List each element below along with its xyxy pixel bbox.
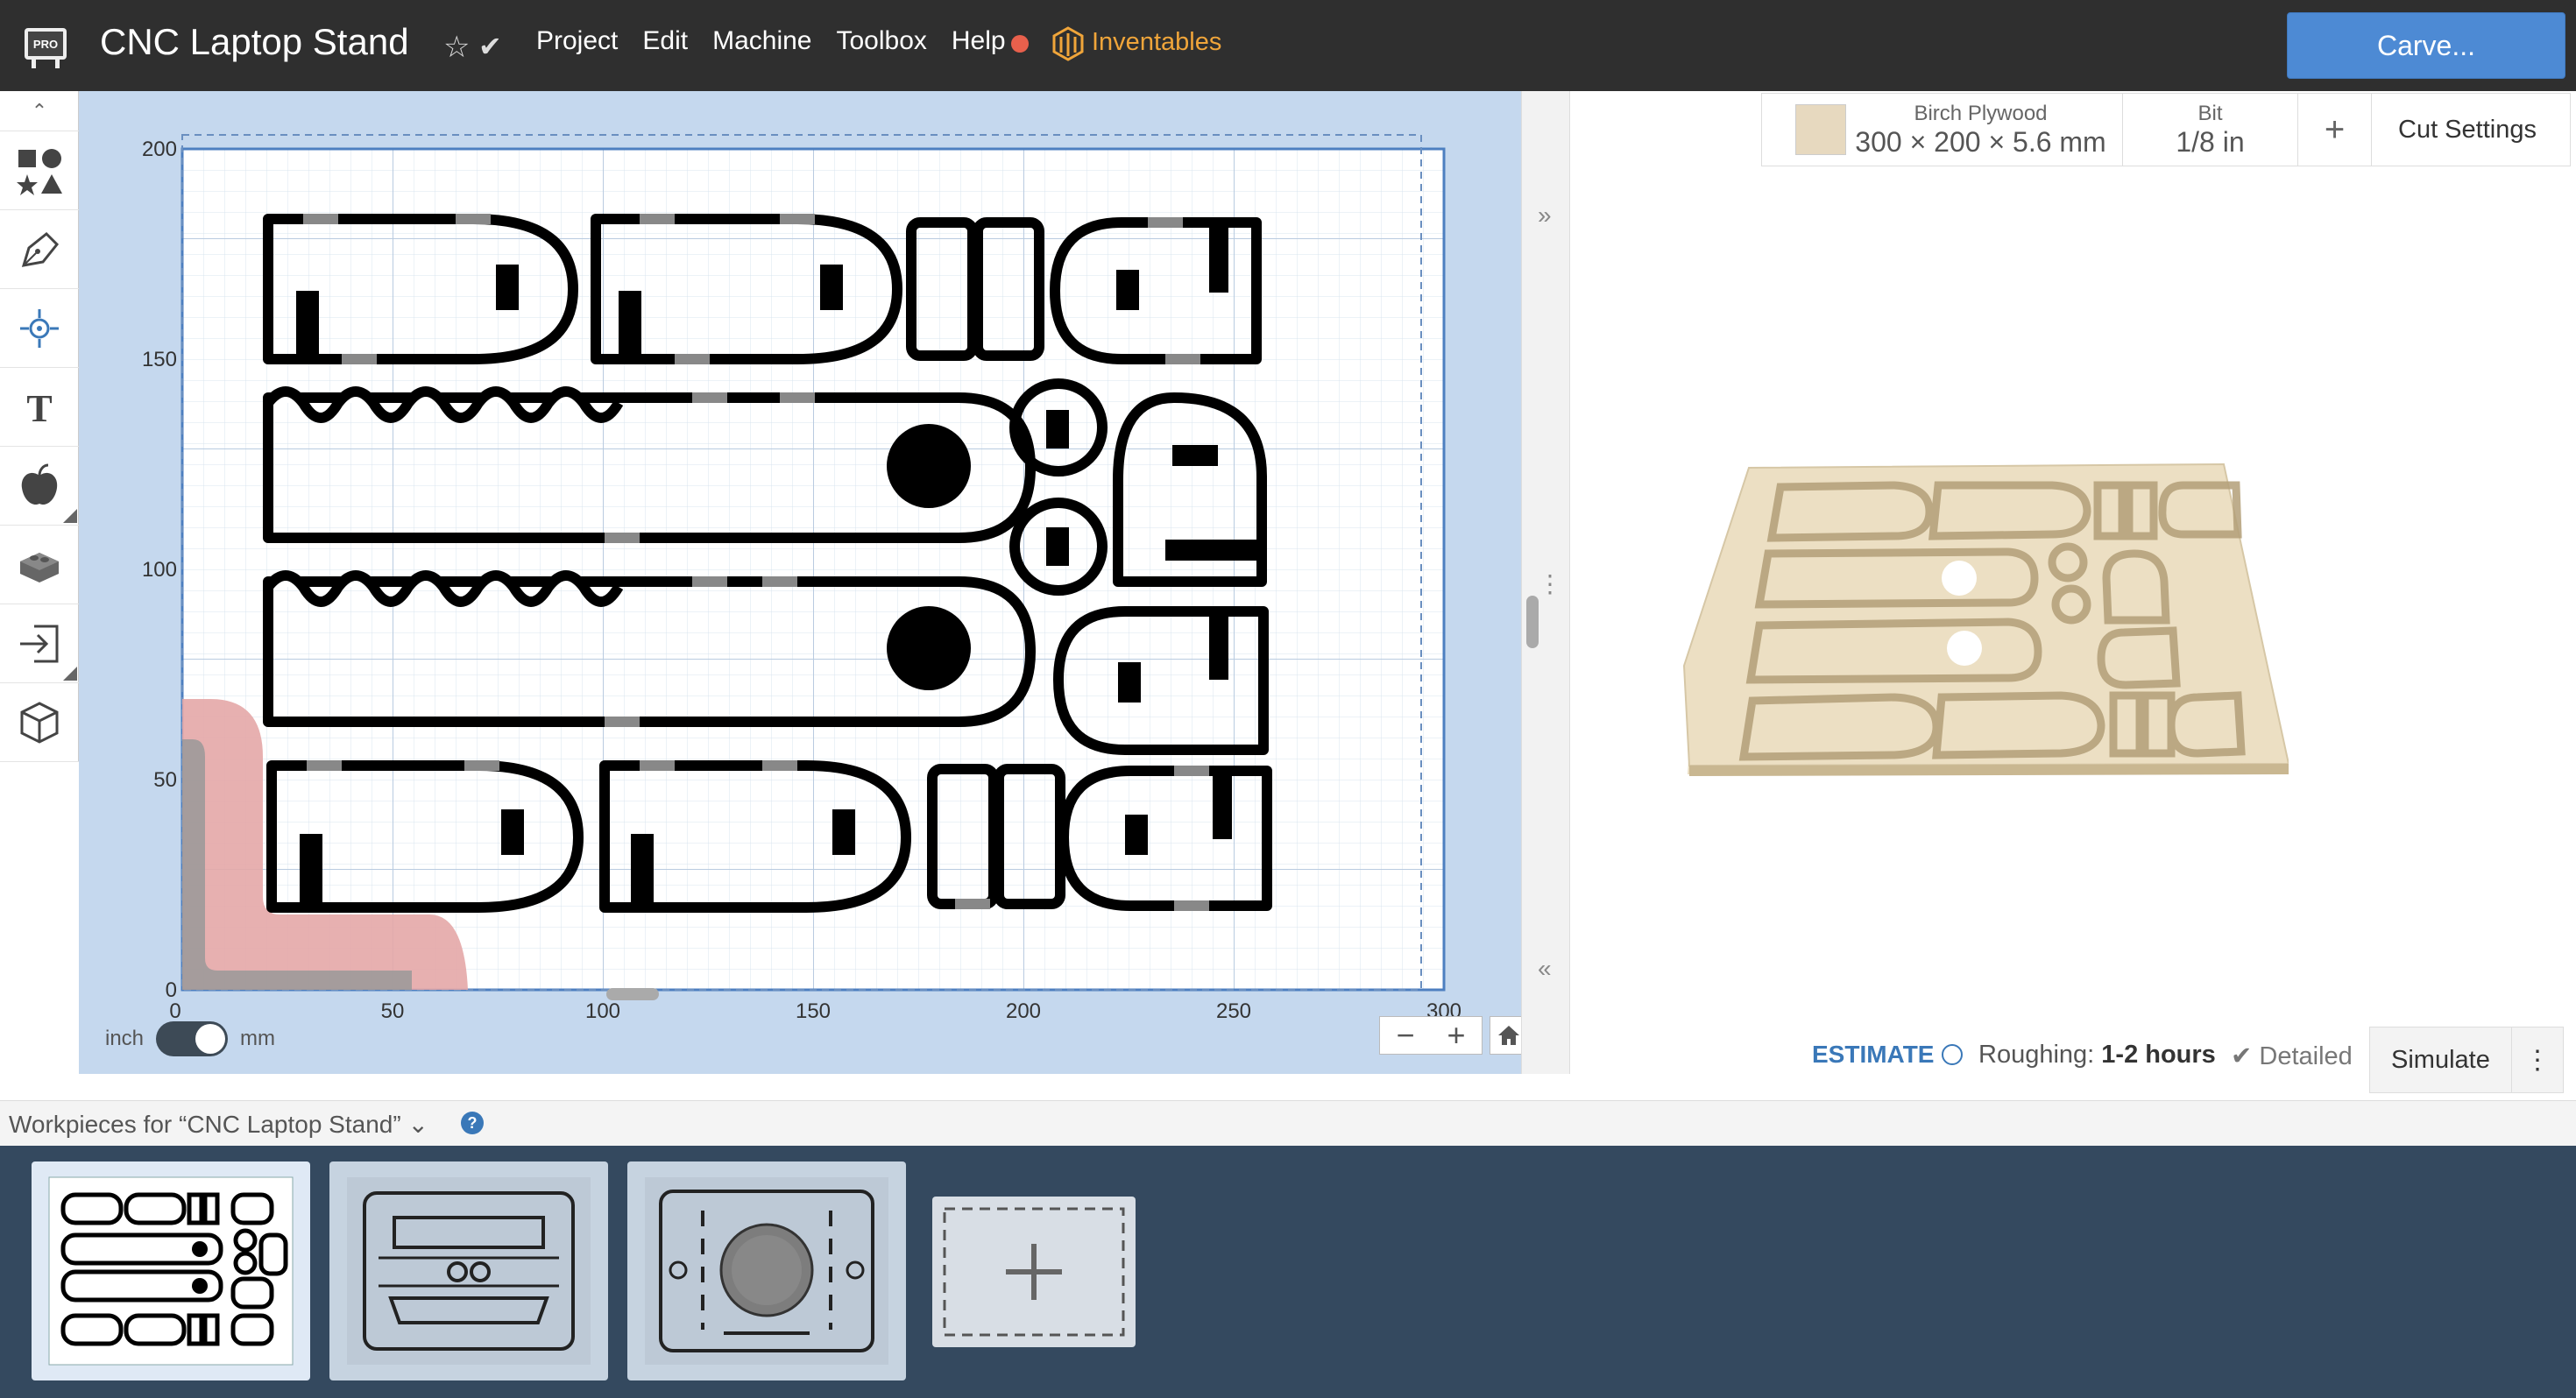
material-swatch <box>1795 104 1847 155</box>
star-icon[interactable]: ☆ <box>443 30 470 65</box>
y-tick: 100 <box>142 558 177 582</box>
workpieces-title[interactable]: Workpieces for “CNC Laptop Stand” ⌄ <box>9 1110 428 1139</box>
design-canvas[interactable]: 0 50 100 150 200 250 300 200 150 100 50 … <box>79 91 1528 1074</box>
workpieces-header: Workpieces for “CNC Laptop Stand” ⌄ ? <box>0 1100 2576 1146</box>
chevron-down-icon[interactable]: ⌄ <box>407 1111 428 1138</box>
menu-help[interactable]: Help <box>952 26 1006 56</box>
help-icon[interactable]: ? <box>461 1112 484 1134</box>
tool-panel: ⌃ T <box>0 91 79 762</box>
x-tick: 200 <box>1006 999 1041 1023</box>
bit-value: 1/8 in <box>2176 125 2245 158</box>
estimate-link[interactable]: ESTIMATE <box>1812 1041 1934 1069</box>
zoom-out-button[interactable]: − <box>1396 1017 1414 1054</box>
simulate-button[interactable]: Simulate <box>2369 1027 2512 1093</box>
expand-right-icon[interactable]: » <box>1538 201 1552 229</box>
menu-machine[interactable]: Machine <box>712 26 811 56</box>
roughing-estimate: Roughing: 1-2 hours <box>1978 1041 2216 1070</box>
project-title[interactable]: CNC Laptop Stand <box>100 21 409 63</box>
cube-icon[interactable] <box>0 683 79 762</box>
shapes-icon[interactable] <box>0 131 79 210</box>
y-tick: 0 <box>166 978 177 1002</box>
3d-preview[interactable] <box>1675 354 2289 897</box>
menu-edit[interactable]: Edit <box>642 26 688 56</box>
workpieces-title-text: Workpieces for “CNC Laptop Stand” <box>9 1111 401 1138</box>
cut-settings-button[interactable]: Cut Settings <box>2372 94 2563 166</box>
target-icon[interactable] <box>0 289 79 368</box>
notification-dot-icon[interactable] <box>1011 35 1029 53</box>
inventables-link[interactable]: Inventables <box>1092 28 1221 57</box>
bit-selector[interactable]: Bit 1/8 in <box>2123 94 2298 166</box>
detailed-estimate: ✔ Detailed <box>2231 1041 2353 1071</box>
workpiece-thumb-3[interactable] <box>627 1161 906 1380</box>
pen-icon[interactable] <box>0 210 79 289</box>
y-tick: 150 <box>142 348 177 371</box>
carve-button[interactable]: Carve... <box>2287 12 2565 79</box>
saved-check-icon: ✔ <box>478 31 502 62</box>
top-bar: PRO CNC Laptop Stand ☆ ✔ Project Edit Ma… <box>0 0 2576 91</box>
expand-left-icon[interactable]: « <box>1538 955 1552 983</box>
y-tick: 200 <box>142 138 177 161</box>
x-tick: 250 <box>1216 999 1251 1023</box>
pro-badge-text: PRO <box>33 38 58 51</box>
lego-icon[interactable] <box>0 526 79 604</box>
zoom-controls: − + <box>1379 1016 1483 1055</box>
import-icon[interactable] <box>0 604 79 683</box>
app-window: PRO CNC Laptop Stand ☆ ✔ Project Edit Ma… <box>0 0 2576 1398</box>
horizontal-scrollbar[interactable] <box>606 988 659 1000</box>
zoom-in-button[interactable]: + <box>1447 1017 1465 1054</box>
roughing-value: 1-2 hours <box>2101 1041 2216 1069</box>
collapse-icon[interactable]: ⌃ <box>0 91 79 131</box>
inventables-logo-icon[interactable] <box>1051 26 1085 61</box>
workpieces-tray <box>0 1146 2576 1398</box>
x-tick: 50 <box>381 999 405 1023</box>
unit-inch-label[interactable]: inch <box>105 1027 144 1051</box>
apple-icon[interactable] <box>0 447 79 526</box>
material-dimensions: 300 × 200 × 5.6 mm <box>1855 125 2106 158</box>
add-bit-button[interactable]: + <box>2298 94 2372 166</box>
check-icon: ✔ <box>2231 1042 2253 1070</box>
x-tick: 100 <box>585 999 620 1023</box>
y-tick: 50 <box>153 768 177 792</box>
main-menu: Project Edit Machine Toolbox Help <box>536 26 1030 56</box>
bit-label: Bit <box>2197 101 2223 125</box>
easel-pro-logo[interactable]: PRO <box>19 19 72 72</box>
more-options-button[interactable]: ⋮ <box>2511 1027 2564 1093</box>
panel-divider[interactable]: » ⋮ « <box>1521 91 1570 1074</box>
add-workpiece-button[interactable] <box>932 1197 1136 1347</box>
roughing-label: Roughing: <box>1978 1041 2095 1069</box>
canvas-plot: 0 50 100 150 200 250 300 200 150 100 50 … <box>142 134 1461 1023</box>
estimate-bar: ESTIMATE Roughing: 1-2 hours ✔ Detailed … <box>1570 1016 2576 1100</box>
detailed-label: Detailed <box>2259 1042 2353 1070</box>
vertical-scrollbar[interactable] <box>1526 596 1539 648</box>
material-name: Birch Plywood <box>1914 101 2048 125</box>
unit-toggle: inch mm <box>105 1021 275 1056</box>
workpiece-thumb-2[interactable] <box>329 1161 608 1380</box>
text-icon[interactable]: T <box>0 368 79 447</box>
preview-panel: Birch Plywood 300 × 200 × 5.6 mm Bit 1/8… <box>1570 91 2576 1100</box>
drag-handle-icon[interactable]: ⋮ <box>1538 569 1562 598</box>
svg-text:T: T <box>26 387 52 430</box>
workpiece-thumb-1[interactable] <box>32 1161 310 1380</box>
x-tick: 150 <box>796 999 831 1023</box>
unit-switch[interactable] <box>156 1021 229 1056</box>
clock-icon[interactable] <box>1942 1044 1963 1065</box>
x-tick: 0 <box>169 999 180 1023</box>
material-bar: Birch Plywood 300 × 200 × 5.6 mm Bit 1/8… <box>1761 93 2571 166</box>
material-selector[interactable]: Birch Plywood 300 × 200 × 5.6 mm <box>1762 94 2123 166</box>
menu-toolbox[interactable]: Toolbox <box>836 26 926 56</box>
menu-project[interactable]: Project <box>536 26 618 56</box>
unit-mm-label[interactable]: mm <box>240 1027 275 1051</box>
